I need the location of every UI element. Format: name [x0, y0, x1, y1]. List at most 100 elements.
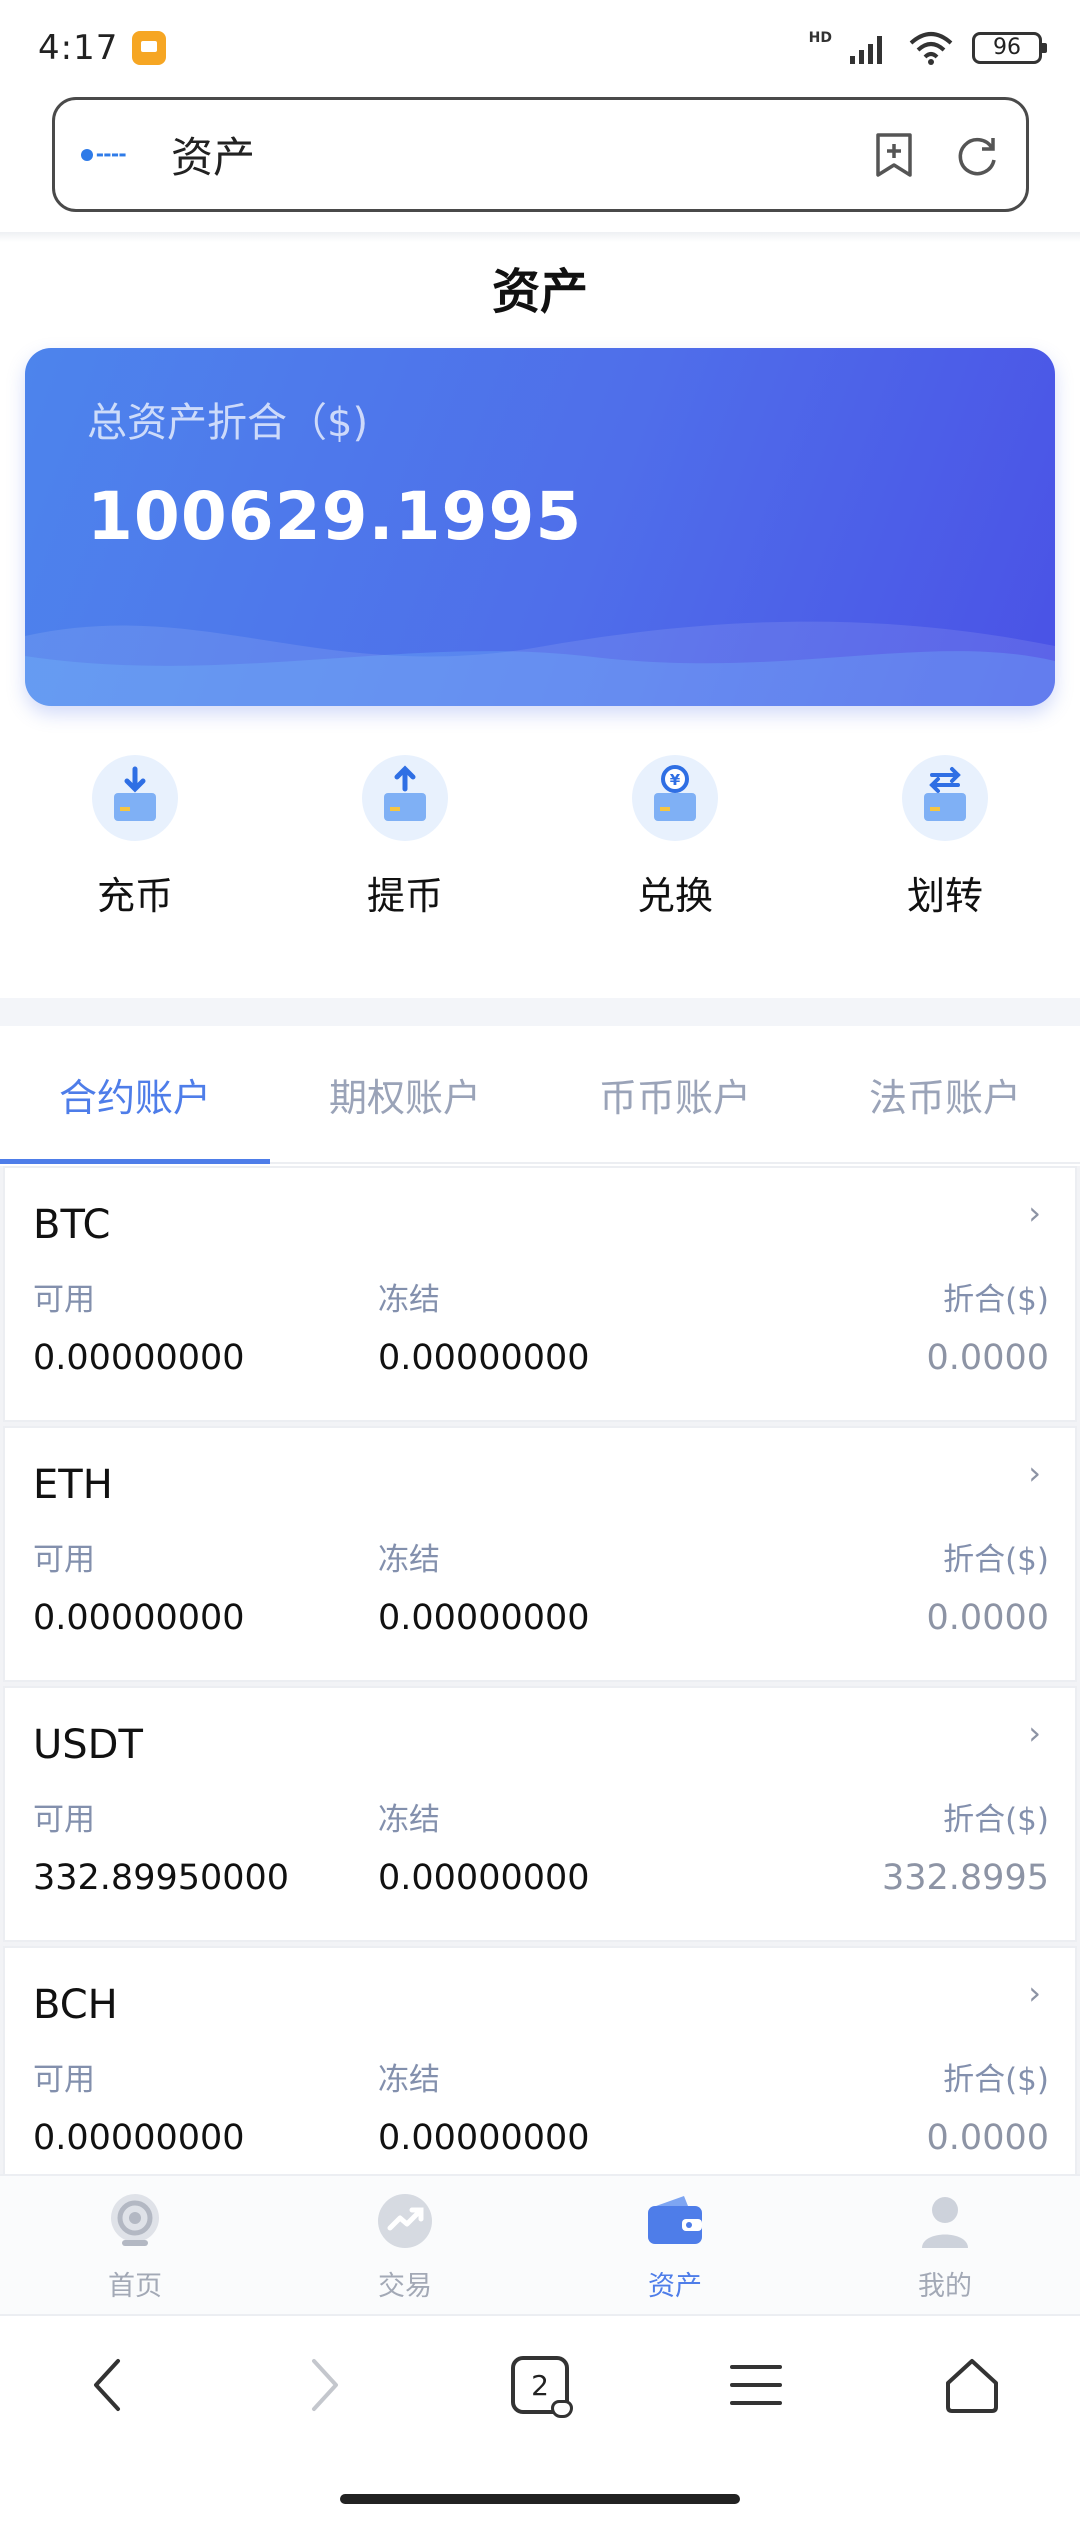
converted-value: 332.8995	[881, 1858, 1049, 1898]
converted-label: 折合($)	[943, 1802, 1049, 1838]
transfer-icon	[902, 755, 988, 841]
page-title: 资产	[491, 264, 588, 320]
tab-contract-account[interactable]: 合约账户	[0, 1026, 270, 1164]
transfer-label: 划转	[906, 874, 983, 918]
home-indicator	[340, 2494, 740, 2504]
site-logo: ▬▬▬▬	[81, 145, 141, 165]
withdraw-button[interactable]: 提币	[305, 755, 505, 920]
available-value: 0.00000000	[33, 1338, 245, 1378]
available-value: 0.00000000	[33, 2118, 245, 2158]
available-label: 可用	[33, 1802, 95, 1838]
converted-label: 折合($)	[943, 1282, 1049, 1318]
frozen-value: 0.00000000	[378, 1338, 590, 1378]
tab-fiat-account[interactable]: 法币账户	[810, 1026, 1080, 1162]
address-bar[interactable]: ▬▬▬▬ 资产	[52, 97, 1029, 212]
converted-value: 0.0000	[926, 1338, 1049, 1378]
tab-count: 2	[531, 2368, 549, 2402]
available-value: 332.89950000	[33, 1858, 290, 1898]
coin-name: BTC	[33, 1202, 111, 1248]
account-tabs: 合约账户 期权账户 币币账户 法币账户	[0, 1026, 1080, 1164]
chevron-right-icon	[312, 2359, 338, 2411]
nav-trade-label: 交易	[378, 2271, 432, 2302]
nav-home[interactable]: 首页	[0, 2176, 270, 2314]
tabs-icon: 2	[511, 2356, 573, 2418]
status-bar: 4:17 HD 96	[0, 0, 1080, 95]
total-assets-value: 100629.1995	[87, 478, 583, 555]
wallet-icon	[648, 2196, 702, 2244]
frozen-value: 0.00000000	[378, 1598, 590, 1638]
exchange-icon: ¥	[632, 755, 718, 841]
frozen-label: 冻结	[378, 1542, 440, 1578]
tabs-button[interactable]: 2	[432, 2316, 648, 2454]
coin-name: USDT	[33, 1722, 143, 1768]
chevron-right-icon: ›	[1028, 1974, 1041, 2012]
converted-value: 0.0000	[926, 1598, 1049, 1638]
withdraw-icon	[362, 755, 448, 841]
account-row-usdt[interactable]: USDT › 可用 冻结 折合($) 332.89950000 0.000000…	[3, 1686, 1077, 1942]
exchange-label: 兑换	[636, 874, 713, 918]
frozen-label: 冻结	[378, 2062, 440, 2098]
card-wave-decoration	[25, 621, 1055, 706]
converted-label: 折合($)	[943, 2062, 1049, 2098]
nav-assets[interactable]: 资产	[540, 2176, 810, 2314]
account-row-btc[interactable]: BTC › 可用 冻结 折合($) 0.00000000 0.00000000 …	[3, 1166, 1077, 1422]
home-icon	[111, 2194, 159, 2246]
nav-profile[interactable]: 我的	[810, 2176, 1080, 2314]
deposit-label: 充币	[96, 874, 173, 918]
nav-home-label: 首页	[108, 2271, 162, 2302]
account-list: BTC › 可用 冻结 折合($) 0.00000000 0.00000000 …	[0, 1166, 1080, 2174]
header-divider	[0, 232, 1080, 242]
frozen-label: 冻结	[378, 1282, 440, 1318]
chevron-right-icon: ›	[1028, 1194, 1041, 1232]
frozen-value: 0.00000000	[378, 1858, 590, 1898]
nav-assets-label: 资产	[648, 2271, 702, 2302]
trade-icon	[378, 2194, 432, 2248]
profile-icon	[922, 2197, 968, 2248]
tab-options-account[interactable]: 期权账户	[270, 1026, 540, 1162]
hamburger-menu-icon	[730, 2365, 782, 2405]
message-notification-icon	[132, 30, 167, 65]
network-type-label: HD	[808, 29, 832, 46]
converted-value: 0.0000	[926, 2118, 1049, 2158]
withdraw-label: 提币	[366, 874, 443, 918]
frozen-value: 0.00000000	[378, 2118, 590, 2158]
account-row-bch[interactable]: BCH › 可用 冻结 折合($) 0.00000000 0.00000000 …	[3, 1946, 1077, 2174]
account-row-eth[interactable]: ETH › 可用 冻结 折合($) 0.00000000 0.00000000 …	[3, 1426, 1077, 1682]
deposit-button[interactable]: 充币	[35, 755, 235, 920]
address-bar-title: 资产	[171, 133, 256, 182]
coin-name: ETH	[33, 1462, 113, 1508]
status-indicators: HD 96	[808, 29, 1047, 65]
forward-button[interactable]	[216, 2316, 432, 2454]
chevron-right-icon: ›	[1028, 1714, 1041, 1752]
battery-icon: 96	[972, 31, 1047, 64]
total-assets-label: 总资产折合（$)	[87, 400, 369, 446]
signal-icon	[850, 35, 882, 64]
available-value: 0.00000000	[33, 1598, 245, 1638]
menu-button[interactable]	[648, 2316, 864, 2454]
browser-toolbar: 2	[0, 2314, 1080, 2454]
back-button[interactable]	[0, 2316, 216, 2454]
section-divider	[0, 998, 1080, 1026]
exchange-button[interactable]: ¥ 兑换	[575, 755, 775, 920]
converted-label: 折合($)	[943, 1542, 1049, 1578]
browser-home-button[interactable]	[864, 2316, 1080, 2454]
battery-level: 96	[993, 35, 1021, 60]
chevron-left-icon	[94, 2359, 120, 2411]
refresh-icon[interactable]	[954, 132, 1000, 178]
nav-profile-label: 我的	[918, 2271, 972, 2302]
transfer-button[interactable]: 划转	[845, 755, 1045, 920]
house-icon	[946, 2359, 998, 2413]
quick-actions: 充币 提币 ¥ 兑换 划转	[0, 755, 1080, 925]
bottom-navigation: 首页 交易 资产 我的	[0, 2174, 1080, 2314]
total-assets-card: 总资产折合（$) 100629.1995	[25, 348, 1055, 706]
frozen-label: 冻结	[378, 1802, 440, 1838]
svg-text:¥: ¥	[670, 771, 681, 789]
add-bookmark-icon[interactable]	[872, 131, 916, 179]
tab-spot-account[interactable]: 币币账户	[540, 1026, 810, 1162]
available-label: 可用	[33, 2062, 95, 2098]
available-label: 可用	[33, 1282, 95, 1318]
nav-trade[interactable]: 交易	[270, 2176, 540, 2314]
status-time: 4:17	[38, 27, 119, 68]
wifi-icon	[909, 31, 953, 65]
chevron-right-icon: ›	[1028, 1454, 1041, 1492]
